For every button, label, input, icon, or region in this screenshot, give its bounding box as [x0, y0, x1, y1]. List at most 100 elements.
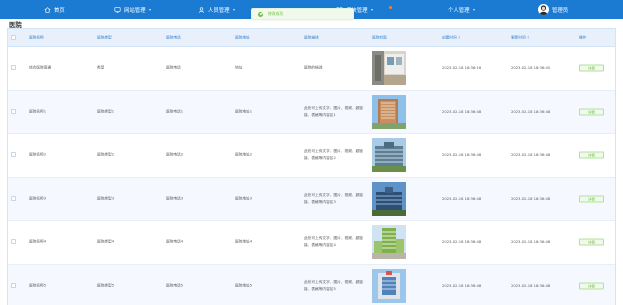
cell-type: 医院类型2: [97, 152, 115, 157]
cell-name: 综合医院南通: [29, 65, 52, 70]
chevron-down-icon: [370, 8, 373, 11]
cell-created-time: 2023-02-18 18:36:48: [442, 196, 482, 201]
row-checkbox[interactable]: [11, 282, 16, 289]
table-row[interactable]: 医院名称3 医院类型3 医院电话3 医院地址3 此处可上传文字、图片、视频、超链…: [8, 177, 615, 221]
detail-button-label[interactable]: 详情: [579, 282, 604, 290]
cell-phone: 医院电话5: [166, 283, 184, 288]
cell-updated-time: 2023-02-18 18:36:48: [511, 153, 551, 158]
user-icon: [198, 6, 205, 13]
hospital-table: 医院名称 医院类型 医院电话 医院地址 医院描述 医院封面 创建时间⇕ 更新时间…: [7, 28, 616, 305]
cell-description: 医院的描述: [304, 65, 323, 70]
hospital-image[interactable]: [372, 138, 406, 173]
check-circle-icon: [258, 11, 263, 17]
table-row[interactable]: 医院名称5 医院类型5 医院电话5 医院地址5 此处可上传文字、图片、视频、超链…: [8, 264, 615, 305]
detail-button-label[interactable]: 详情: [579, 64, 604, 72]
cell-updated-time: 2023-02-18 18:36:48: [511, 240, 551, 245]
header-operation: 操作: [579, 35, 587, 39]
cell-description: 此处可上传文字、图片、视频、超链接、表格等内容区1: [304, 105, 363, 117]
cell-type: 医院类型4: [97, 239, 115, 244]
sort-icon[interactable]: ⇕: [458, 35, 461, 39]
cell-name: 医院名称2: [29, 152, 47, 157]
row-checkbox[interactable]: [11, 239, 16, 245]
cell-created-time: 2023-02-18 18:36:48: [442, 283, 482, 288]
row-checkbox[interactable]: [11, 65, 16, 71]
nav-home[interactable]: 首页: [44, 0, 65, 19]
cell-address: 医院地址3: [235, 196, 253, 201]
cell-description: 此处可上传文字、图片、视频、超链接、表格等内容区3: [304, 192, 363, 204]
cell-type: 医院类型5: [97, 283, 115, 288]
chevron-down-icon: [472, 8, 475, 11]
table-row[interactable]: 医院名称4 医院类型4 医院电话4 医院地址4 此处可上传文字、图片、视频、超链…: [8, 221, 615, 265]
hospital-image[interactable]: [372, 181, 406, 216]
cell-phone: 医院电话2: [166, 152, 184, 157]
header-description: 医院描述: [304, 35, 319, 39]
header-phone: 医院电话: [166, 35, 181, 39]
detail-button-label[interactable]: 详情: [579, 108, 604, 116]
cell-address: 医院地址1: [235, 109, 253, 114]
header-created-time[interactable]: 创建时间⇕: [442, 35, 461, 40]
cell-name: 医院名称1: [29, 109, 47, 114]
cell-description: 此处可上传文字、图片、视频、超链接、表格等内容区2: [304, 149, 363, 161]
notification-dot: [389, 6, 392, 9]
header-name: 医院名称: [29, 35, 44, 39]
table-row[interactable]: 医院名称2 医院类型2 医院电话2 医院地址2 此处可上传文字、图片、视频、超链…: [8, 134, 615, 178]
detail-button[interactable]: 详情: [579, 195, 604, 203]
sort-icon[interactable]: ⇕: [527, 35, 530, 39]
cell-updated-time: 2023-02-18 18:36:48: [511, 109, 551, 114]
nav-personal-management[interactable]: 个人管理: [448, 0, 475, 19]
cell-name: 医院名称4: [29, 239, 47, 244]
cell-name: 医院名称5: [29, 283, 47, 288]
detail-button-label[interactable]: 详情: [579, 238, 604, 246]
chevron-down-icon: [148, 8, 151, 11]
header-image: 医院封面: [372, 35, 387, 39]
home-icon: [44, 6, 51, 13]
header-type: 医院类型: [97, 35, 112, 39]
detail-button[interactable]: 详情: [579, 64, 604, 72]
nav-site-management[interactable]: 网站管理: [114, 0, 151, 19]
cell-address: 地址: [235, 65, 243, 70]
nav-people-management[interactable]: 人员管理: [198, 0, 235, 19]
cell-phone: 医院电话: [166, 65, 181, 70]
row-checkbox[interactable]: [11, 108, 16, 115]
cell-phone: 医院电话3: [166, 196, 184, 201]
cell-created-time: 2023-02-18 18:36:48: [442, 109, 482, 114]
row-checkbox[interactable]: [11, 152, 16, 158]
hospital-image[interactable]: [372, 268, 406, 303]
monitor-icon: [114, 6, 121, 13]
detail-button[interactable]: 详情: [579, 238, 604, 246]
cell-address: 医院地址2: [235, 152, 253, 157]
cell-updated-time: 2023-02-18 18:36:48: [511, 283, 551, 288]
nav-personal-label: 个人管理: [448, 7, 470, 14]
detail-button[interactable]: 详情: [579, 151, 604, 159]
select-all-checkbox[interactable]: [11, 34, 16, 41]
cell-address: 医院地址4: [235, 239, 253, 244]
hospital-image[interactable]: [372, 51, 406, 86]
cell-description: 此处可上传文字、图片、视频、超链接、表格等内容区4: [304, 236, 363, 248]
detail-button[interactable]: 详情: [579, 282, 604, 290]
cell-type: 类型: [97, 65, 105, 70]
cell-updated-time: 2023-02-18 18:36:45: [511, 66, 551, 71]
cell-name: 医院名称3: [29, 196, 47, 201]
detail-button-label[interactable]: 详情: [579, 195, 604, 203]
cell-created-time: 2023-02-18 18:36:48: [442, 240, 482, 245]
cell-address: 医院地址5: [235, 283, 253, 288]
header-updated-time[interactable]: 更新时间⇕: [511, 35, 530, 40]
cell-created-time: 2023-02-18 18:36:48: [442, 153, 482, 158]
cell-phone: 医院电话4: [166, 239, 184, 244]
table-row[interactable]: 医院名称1 医院类型1 医院电话1 医院地址1 此处可上传文字、图片、视频、超链…: [8, 90, 615, 134]
header-created-label: 创建时间: [442, 35, 457, 39]
nav-user-profile[interactable]: 管理员: [538, 0, 568, 19]
detail-button[interactable]: 详情: [579, 108, 604, 116]
row-checkbox[interactable]: [11, 195, 16, 202]
detail-button-label[interactable]: 详情: [579, 151, 604, 159]
nav-site-label: 网站管理: [124, 7, 146, 14]
header-address: 医院地址: [235, 35, 250, 39]
header-updated-label: 更新时间: [511, 35, 526, 39]
hospital-image[interactable]: [372, 225, 406, 260]
hospital-image[interactable]: [372, 94, 406, 129]
table-header: 医院名称 医院类型 医院电话 医院地址 医院描述 医院封面 创建时间⇕ 更新时间…: [8, 29, 615, 47]
table-row[interactable]: 综合医院南通 类型 医院电话 地址 医院的描述 2023-02-18 18:36…: [8, 47, 615, 91]
cell-phone: 医院电话1: [166, 109, 184, 114]
cell-created-time: 2023-02-18 18:36:16: [442, 66, 482, 71]
nav-user-label: 管理员: [552, 7, 569, 14]
